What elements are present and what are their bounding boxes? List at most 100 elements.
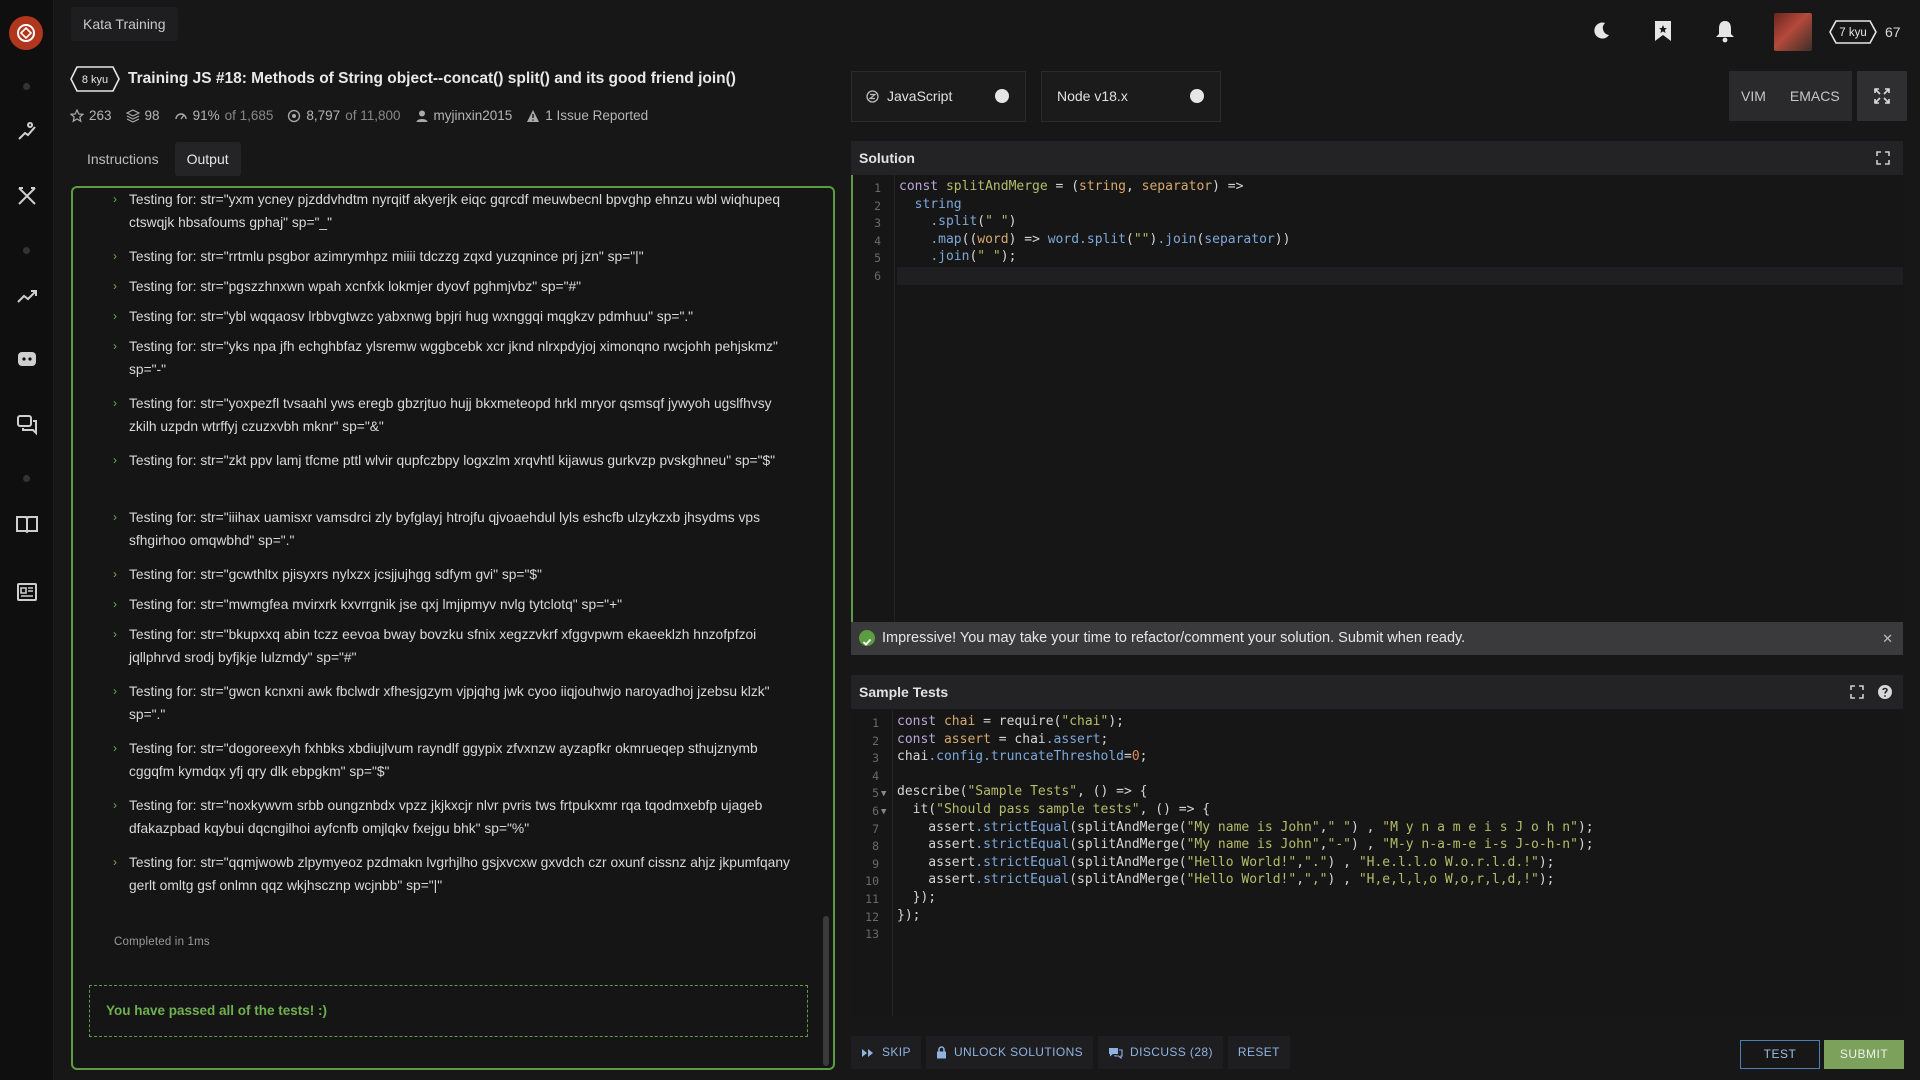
line-number: 5 [874, 251, 881, 266]
test-result-text: Testing for: str="bkupxxq abin tczz eevo… [129, 627, 757, 665]
skip-button[interactable]: SKIP [851, 1036, 921, 1069]
chevron-right-icon: › [113, 627, 117, 641]
moon-icon[interactable] [1588, 18, 1614, 44]
skip-label: SKIP [882, 1045, 911, 1059]
vim-button[interactable]: VIM [1729, 71, 1778, 121]
test-result-item[interactable]: › Testing for: str="yxm ycney pjzddvhdtm … [73, 188, 815, 234]
line-number: 7 [872, 821, 879, 836]
docs-icon[interactable] [13, 510, 41, 538]
honor-count: 67 [1885, 24, 1901, 40]
collections-count: 98 [144, 108, 160, 123]
discuss-button[interactable]: DISCUSS (28) [1098, 1036, 1223, 1069]
gauge-icon [174, 112, 187, 119]
test-result-item[interactable]: › Testing for: str="zkt ppv lamj tfcme pt… [73, 449, 815, 472]
code-line: .map((word) => word.split("").join(separ… [930, 231, 1291, 247]
expand-icon[interactable] [1849, 684, 1865, 700]
user-rank-badge[interactable]: 7 kyu [1829, 20, 1877, 44]
dojo-icon[interactable] [13, 182, 41, 210]
test-result-item[interactable]: › Testing for: str="rrtmlu psgbor azimrym… [73, 245, 815, 268]
fold-arrow-icon[interactable]: ▼ [881, 789, 886, 799]
tests-gutter: 1 2 3 4 5 6 7 8 9 10 11 12 13 ▼ ▼ [851, 710, 893, 1016]
satisfaction-value: 91% [192, 108, 220, 123]
fullscreen-icon[interactable] [1856, 71, 1907, 121]
test-result-item[interactable]: › Testing for: str="noxkywvm srbb oungznb… [73, 794, 815, 840]
emacs-button[interactable]: EMACS [1777, 71, 1852, 121]
test-result-item[interactable]: › Testing for: str="qqmjwowb zlpymyeoz pz… [73, 851, 815, 897]
language-select[interactable]: JavaScript [851, 71, 1026, 122]
kata-title[interactable]: Training JS #18: Methods of String objec… [128, 70, 736, 88]
completed-count: 8,797 [306, 108, 341, 123]
test-result-item[interactable]: › Testing for: str="iiihax uamisxr vamsdr… [73, 506, 815, 552]
discord-icon[interactable] [13, 345, 41, 373]
test-result-item[interactable]: › Testing for: str="bkupxxq abin tczz eev… [73, 623, 815, 669]
line-number: 3 [872, 751, 879, 766]
author-stat[interactable]: myjinxin2015 [415, 108, 513, 123]
test-result-item[interactable]: › Testing for: str="gcwthltx pjisyxrs nyl… [73, 563, 815, 586]
line-number: 6 [872, 804, 879, 818]
code-line: assert.strictEqual(splitAndMerge("Hello … [897, 872, 1555, 888]
code-line: it("Should pass sample tests", () => { [897, 802, 1211, 817]
test-result-text: Testing for: str="pgszzhnxwn wpah xcnfxk… [129, 279, 582, 294]
test-result-item[interactable]: › Testing for: str="yoxpezfl tvsaahl yws … [73, 392, 815, 438]
chevron-right-icon: › [113, 855, 117, 869]
solution-editor[interactable]: 1 2 3 4 5 6 const splitAndMerge = (strin… [851, 175, 1903, 622]
chat-icon[interactable] [13, 410, 41, 438]
blog-icon[interactable] [13, 578, 41, 606]
close-icon[interactable]: ✕ [1882, 622, 1893, 655]
test-result-item[interactable]: › Testing for: str="yks npa jfh echghbfaz… [73, 335, 815, 381]
code-line: assert.strictEqual(splitAndMerge("My nam… [897, 819, 1594, 835]
test-result-item[interactable]: › Testing for: str="pgszzhnxwn wpah xcnfx… [73, 275, 815, 298]
breadcrumb[interactable]: Kata Training [71, 7, 178, 41]
bookmark-icon[interactable] [1650, 18, 1676, 44]
author-name: myjinxin2015 [433, 108, 513, 123]
satisfaction-stat: 91% of 1,685 [174, 108, 274, 123]
code-line: const chai = require("chai"); [897, 714, 1124, 729]
test-result-item[interactable]: › Testing for: str="gwcn kcnxni awk fbclw… [73, 680, 815, 726]
practice-icon[interactable] [13, 117, 41, 145]
tab-instructions[interactable]: Instructions [75, 142, 171, 176]
user-rank-text: 7 kyu [1839, 27, 1867, 39]
code-line: describe("Sample Tests", () => { [897, 784, 1148, 800]
line-number: 10 [865, 874, 879, 889]
test-result-item[interactable]: › Testing for: str="mwmgfea mvirxrk kxvrr… [73, 593, 815, 616]
line-number: 6 [874, 269, 881, 283]
reset-button[interactable]: RESET [1227, 1036, 1290, 1069]
test-result-text: Testing for: str="yks npa jfh echghbfaz … [129, 339, 778, 377]
expand-icon[interactable] [1875, 150, 1891, 166]
stars-stat[interactable]: 263 [70, 108, 112, 123]
chevron-right-icon: › [113, 741, 117, 755]
output-scrollbar[interactable] [823, 916, 829, 1066]
tests-editor[interactable]: 1 2 3 4 5 6 7 8 9 10 11 12 13 ▼ ▼ const … [851, 710, 1903, 1016]
kata-stats: 263 98 91% of 1,685 8,797 of 11,800 myji… [70, 108, 648, 123]
codewars-logo[interactable] [9, 16, 43, 50]
bell-icon[interactable] [1712, 18, 1738, 44]
help-icon[interactable] [1877, 684, 1893, 700]
tab-output[interactable]: Output [174, 142, 241, 176]
test-result-item[interactable]: › Testing for: str="dogoreexyh fxhbks xbd… [73, 737, 815, 783]
issues-stat[interactable]: 1 Issue Reported [526, 108, 648, 123]
submit-button[interactable]: SUBMIT [1824, 1040, 1904, 1069]
sidebar [0, 0, 54, 1080]
satisfaction-total: of 1,685 [224, 108, 274, 123]
chevron-right-icon: › [113, 279, 117, 293]
unlock-solutions-button[interactable]: UNLOCK SOLUTIONS [925, 1036, 1094, 1069]
solution-title: Solution [859, 150, 915, 166]
test-button[interactable]: TEST [1740, 1040, 1820, 1069]
language-icon [866, 90, 879, 103]
line-number: 1 [874, 181, 881, 195]
comments-icon [1109, 1048, 1123, 1059]
runtime-select[interactable]: Node v18.x [1041, 71, 1221, 122]
test-result-item[interactable]: › Testing for: str="ybl wqqaosv lrbbvgtwz… [73, 305, 815, 328]
lock-icon [936, 1046, 946, 1059]
tests-title: Sample Tests [859, 684, 949, 700]
leaderboard-icon[interactable] [13, 282, 41, 310]
line-number: 8 [872, 839, 879, 854]
chevron-right-icon: › [113, 684, 117, 698]
avatar[interactable] [1774, 13, 1812, 51]
chevron-right-icon: › [113, 309, 117, 323]
top-bar: Kata Training [54, 0, 1920, 52]
code-line: }); [897, 890, 937, 905]
fold-arrow-icon[interactable]: ▼ [881, 807, 886, 817]
warning-icon [527, 109, 540, 122]
